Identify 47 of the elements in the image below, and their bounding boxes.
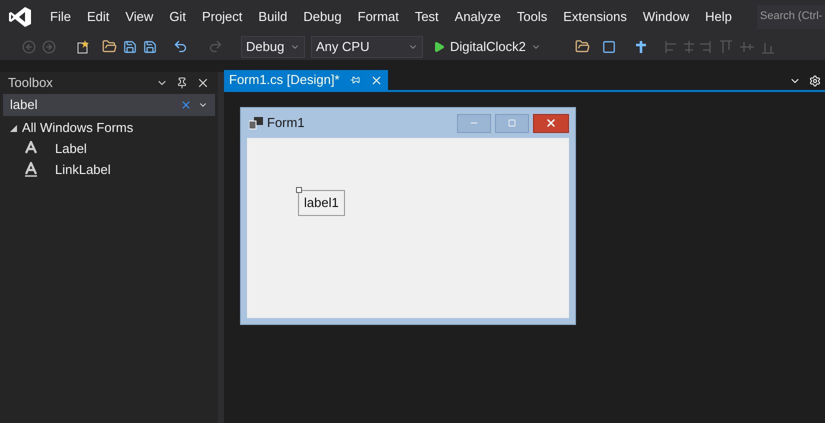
search-field[interactable]: label xyxy=(3,94,215,116)
window-title: Form1 xyxy=(267,114,306,132)
menu-item[interactable]: Tools xyxy=(508,6,556,26)
menu-item[interactable]: Window xyxy=(634,6,698,26)
tree-group[interactable]: All Windows Forms xyxy=(0,118,218,138)
play-icon xyxy=(433,40,445,52)
undo-icon[interactable] xyxy=(173,39,188,54)
a-shape-icon xyxy=(25,141,37,156)
document-tab[interactable]: Form1.cs [Design]* xyxy=(224,70,388,90)
close-icon[interactable] xyxy=(196,76,210,90)
menu-item[interactable]: Format xyxy=(350,6,407,26)
pin-icon[interactable] xyxy=(176,77,188,89)
menu-item[interactable]: View xyxy=(117,6,162,26)
pin-icon[interactable] xyxy=(350,75,360,85)
configuration-dropdown[interactable]: Debug xyxy=(241,36,305,58)
close-icon[interactable] xyxy=(370,74,383,86)
menu-item[interactable]: Help xyxy=(697,6,740,26)
settings-icon[interactable] xyxy=(809,75,821,87)
menu-item[interactable]: Project xyxy=(194,6,250,26)
new-project-icon[interactable] xyxy=(76,40,90,54)
close-icon xyxy=(545,117,557,129)
menu-item[interactable]: Build xyxy=(250,6,296,26)
save-all-icon[interactable] xyxy=(143,40,157,54)
resize-handle[interactable] xyxy=(296,187,302,193)
toolbox-item[interactable]: LinkLabel xyxy=(0,159,218,180)
platform-dropdown[interactable]: Any CPU xyxy=(311,36,423,58)
logo-icon xyxy=(8,6,32,28)
menu-item[interactable]: Analyze xyxy=(446,6,509,26)
underlined-a-icon xyxy=(25,162,37,177)
window-icon xyxy=(249,116,263,130)
open-folder-icon[interactable] xyxy=(102,39,117,54)
panel-title: Toolbox xyxy=(8,74,54,92)
close-button[interactable] xyxy=(533,114,569,132)
maximize-icon xyxy=(508,119,516,127)
expander-icon[interactable] xyxy=(10,124,17,132)
save-icon[interactable] xyxy=(123,40,137,54)
start-button[interactable]: DigitalClock2 xyxy=(429,36,545,56)
menu-item[interactable]: File xyxy=(42,6,79,26)
menu-item[interactable]: Test xyxy=(406,6,447,26)
clear-icon[interactable] xyxy=(180,99,192,111)
form-label[interactable]: label1 xyxy=(298,190,345,216)
toolbox-item[interactable]: Label xyxy=(0,138,218,159)
menu-item[interactable]: Debug xyxy=(295,6,350,26)
menu-item[interactable]: Git xyxy=(161,6,194,26)
search-field[interactable]: Search (Ctrl- xyxy=(757,4,825,28)
menu-item[interactable]: Extensions xyxy=(555,6,635,26)
menu-item[interactable]: Edit xyxy=(78,6,118,26)
